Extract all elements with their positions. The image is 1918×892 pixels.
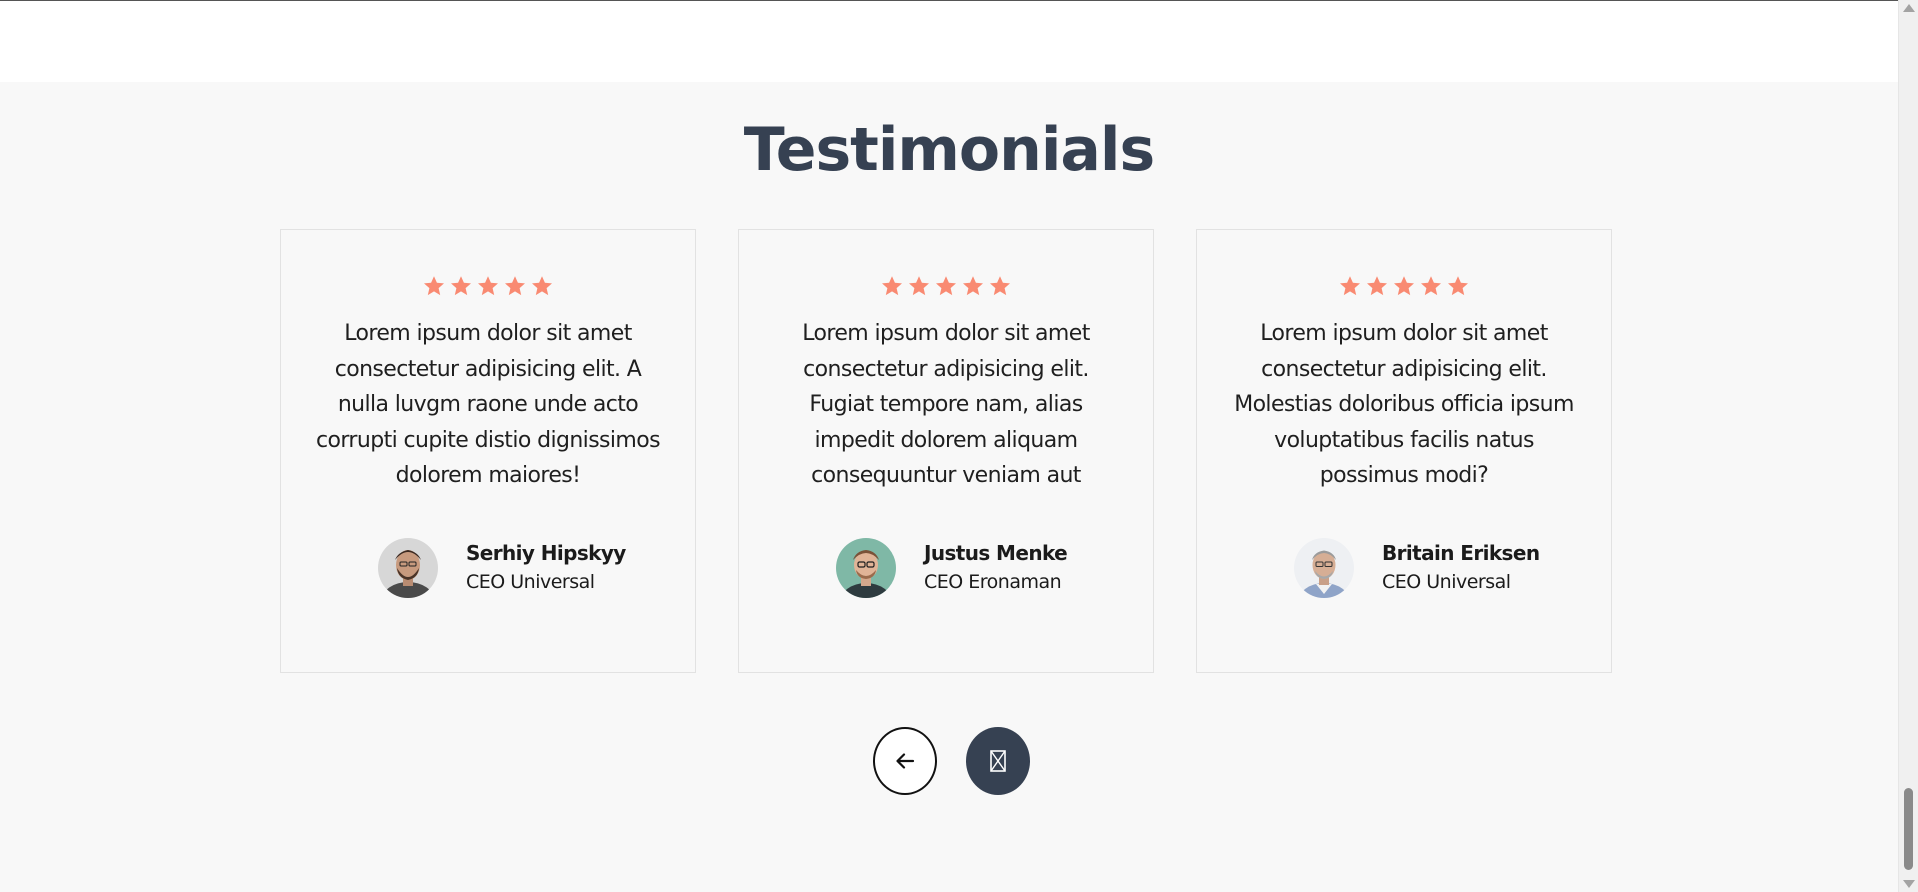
author-name: Britain Eriksen	[1382, 541, 1540, 565]
arrow-left-icon	[896, 753, 915, 769]
person-photo-avatar-icon	[1294, 538, 1354, 598]
author-role: CEO Universal	[1382, 571, 1511, 593]
testimonial-quote: Lorem ipsum dolor sit amet consectetur a…	[802, 321, 1090, 488]
avatar	[836, 538, 896, 598]
testimonial-author: Justus Menke CEO Eronaman	[739, 537, 1153, 601]
star-icon	[451, 276, 471, 296]
testimonial-card: Lorem ipsum dolor sit amet consectetur a…	[1196, 229, 1612, 673]
testimonial-card: Lorem ipsum dolor sit amet consectetur a…	[738, 229, 1154, 673]
star-icon	[532, 276, 552, 296]
testimonial-card: Lorem ipsum dolor sit amet consectetur a…	[280, 229, 696, 673]
star-icon	[1448, 276, 1468, 296]
testimonial-author: Britain Eriksen CEO Universal	[1197, 537, 1611, 601]
testimonial-quote: Lorem ipsum dolor sit amet consectetur a…	[1234, 321, 1574, 488]
person-photo-avatar-icon	[378, 538, 438, 598]
star-icon	[990, 276, 1010, 296]
vertical-scrollbar[interactable]	[1898, 0, 1918, 892]
testimonials-section: Testimonials Lorem ipsum dolor sit amet …	[0, 82, 1898, 892]
author-role: CEO Universal	[466, 571, 595, 593]
star-icon	[936, 276, 956, 296]
star-rating	[1197, 274, 1611, 300]
star-icon	[909, 276, 929, 296]
avatar	[1294, 538, 1354, 598]
testimonial-author: Serhiy Hipskyy CEO Universal	[281, 537, 695, 601]
star-icon	[1394, 276, 1414, 296]
scroll-down-arrow-icon[interactable]	[1903, 880, 1915, 888]
next-button[interactable]	[966, 727, 1030, 795]
avatar	[378, 538, 438, 598]
missing-glyph-icon	[990, 750, 1006, 772]
page-viewport: Testimonials Lorem ipsum dolor sit amet …	[0, 0, 1898, 892]
person-photo-avatar-icon	[836, 538, 896, 598]
author-role: CEO Eronaman	[924, 571, 1062, 593]
star-icon	[424, 276, 444, 296]
author-name: Serhiy Hipskyy	[466, 541, 626, 565]
star-rating	[281, 274, 695, 300]
testimonial-quote: Lorem ipsum dolor sit amet consectetur a…	[316, 321, 661, 488]
previous-button[interactable]	[873, 727, 937, 795]
star-icon	[1367, 276, 1387, 296]
star-icon	[505, 276, 525, 296]
star-icon	[882, 276, 902, 296]
scroll-up-arrow-icon[interactable]	[1903, 4, 1915, 12]
author-name: Justus Menke	[924, 541, 1068, 565]
star-icon	[478, 276, 498, 296]
star-rating	[739, 274, 1153, 300]
star-icon	[1421, 276, 1441, 296]
star-icon	[1340, 276, 1360, 296]
section-title: Testimonials	[743, 115, 1155, 185]
scrollbar-thumb[interactable]	[1904, 788, 1913, 870]
star-icon	[963, 276, 983, 296]
